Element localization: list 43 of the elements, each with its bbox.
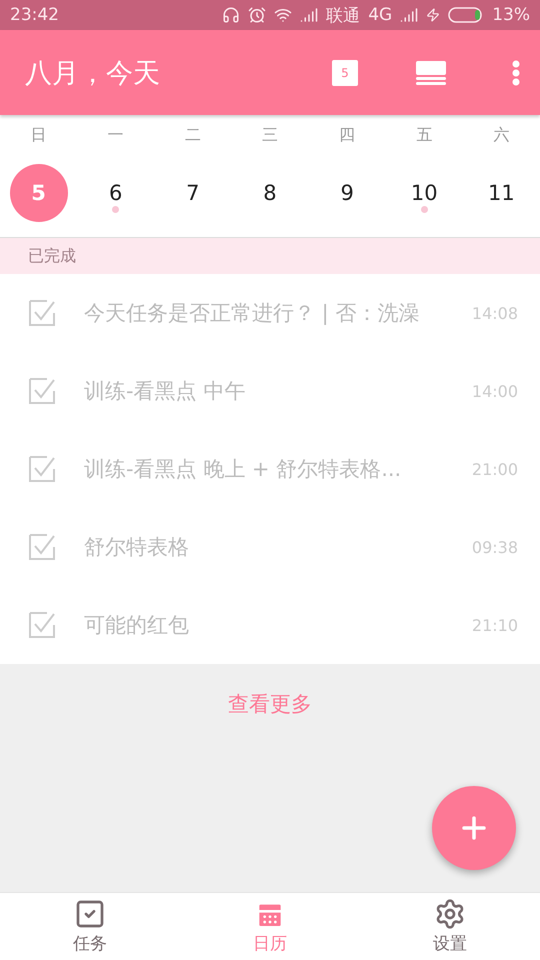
task-title: 可能的红包 <box>84 612 190 639</box>
date-day[interactable]: 10 <box>395 164 454 222</box>
weekday-label: 五 <box>415 124 434 146</box>
checked-box-icon[interactable] <box>29 300 55 326</box>
weekday-label: 六 <box>492 124 510 146</box>
weekday-label: 二 <box>184 124 202 146</box>
checkbox-icon <box>74 898 106 930</box>
status-time: 23:42 <box>10 5 59 25</box>
task-title: 舒尔特表格 <box>84 534 190 561</box>
network-type: 4G <box>368 5 392 25</box>
weekday-label: 四 <box>338 124 356 146</box>
date-day[interactable]: 7 <box>164 164 222 222</box>
settings-icon <box>434 898 466 930</box>
date-day[interactable]: 9 <box>318 164 376 222</box>
battery-icon <box>448 7 484 23</box>
nav-tab[interactable]: 设置 <box>360 893 540 960</box>
add-button[interactable] <box>432 786 516 870</box>
section-title: 已完成 <box>28 246 76 266</box>
checked-box-icon[interactable] <box>29 378 55 404</box>
task-title: 训练-看黑点 中午 <box>84 378 246 405</box>
task-title: 今天任务是否正常进行？ | 否：洗澡 <box>84 300 420 327</box>
headphones-icon <box>222 6 240 24</box>
nav-tab[interactable]: 任务 <box>0 893 180 960</box>
view-toggle-icon[interactable] <box>416 60 446 84</box>
signal-icon <box>300 6 318 24</box>
checked-box-icon[interactable] <box>29 534 55 560</box>
checked-box-icon[interactable] <box>29 456 55 482</box>
date-day[interactable]: 6 <box>86 164 145 222</box>
wifi-icon <box>274 6 292 24</box>
date-day[interactable]: 8 <box>240 164 299 222</box>
carrier-name: 联通 <box>326 4 360 26</box>
battery-percent: 13% <box>492 5 530 25</box>
app-title: 八月，今天 <box>25 56 161 90</box>
signal-icon <box>400 6 418 24</box>
weekday-label: 日 <box>30 124 48 146</box>
date-day[interactable]: 11 <box>472 164 530 222</box>
charging-icon <box>426 8 440 22</box>
alarm-icon <box>248 6 266 24</box>
checked-box-icon[interactable] <box>29 612 55 638</box>
more-icon[interactable] <box>512 60 520 86</box>
task-title: 训练-看黑点 晚上 + 舒尔特表格... <box>84 456 402 483</box>
weekday-label: 一 <box>106 124 125 146</box>
weekday-label: 三 <box>260 124 279 146</box>
